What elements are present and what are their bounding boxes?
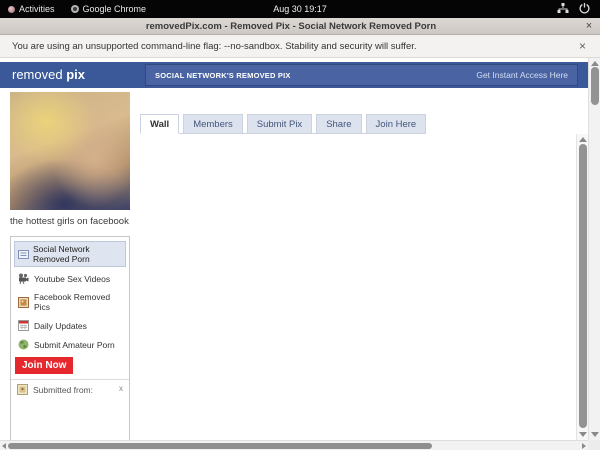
- warning-message: You are using an unsupported command-lin…: [12, 40, 417, 52]
- note-icon: [18, 249, 29, 260]
- page-scrollbar-thumb[interactable]: [591, 67, 599, 105]
- sidebar-item-label: Submit Amateur Porn: [34, 339, 115, 350]
- sidebar-item-label: Youtube Sex Videos: [34, 273, 111, 284]
- app-menu-button[interactable]: Google Chrome: [63, 0, 155, 18]
- sidebar-item-label: Daily Updates: [34, 320, 87, 331]
- globe-icon: [18, 339, 29, 350]
- tab-submit-pix[interactable]: Submit Pix: [246, 114, 313, 133]
- horizontal-scrollbar-thumb[interactable]: [8, 443, 432, 449]
- scroll-left-icon[interactable]: [2, 443, 6, 449]
- instant-access-link[interactable]: Get Instant Access Here: [476, 70, 568, 80]
- header-banner: SOCIAL NETWORK'S REMOVED PIX Get Instant…: [145, 64, 578, 86]
- content-scrollbar-thumb[interactable]: [579, 144, 587, 428]
- video-camera-icon: [18, 273, 29, 284]
- site-logo[interactable]: removed pix: [12, 62, 85, 88]
- network-icon[interactable]: [557, 2, 569, 16]
- banner-title: SOCIAL NETWORK'S REMOVED PIX: [155, 70, 291, 80]
- tab-share[interactable]: Share: [316, 114, 362, 133]
- site-logo-first: removed: [12, 67, 63, 82]
- photo-icon: [18, 296, 29, 308]
- sidebar-item-label: Facebook Removed Pics: [34, 292, 111, 312]
- tab-wall[interactable]: Wall: [140, 114, 180, 134]
- activities-label: Activities: [19, 4, 55, 14]
- power-icon[interactable]: [579, 2, 590, 16]
- join-now-button[interactable]: Join Now: [15, 357, 74, 374]
- scroll-down-icon[interactable]: [591, 432, 599, 437]
- horizontal-scrollbar[interactable]: [0, 440, 588, 450]
- window-close-icon[interactable]: ×: [582, 20, 596, 32]
- window-title: removedPix.com - Removed Pix - Social Ne…: [145, 20, 437, 32]
- wall-tab-bar: Wall Members Submit Pix Share Join Here: [140, 114, 427, 134]
- sidebar-item-daily-updates[interactable]: Daily Updates: [11, 316, 129, 335]
- submitted-from-section: Submitted from: x: [11, 380, 129, 399]
- chrome-icon: [70, 5, 79, 13]
- scroll-up-icon[interactable]: [579, 137, 587, 142]
- browser-title-bar[interactable]: removedPix.com - Removed Pix - Social Ne…: [0, 18, 600, 35]
- web-page: removed pix SOCIAL NETWORK'S REMOVED PIX…: [0, 58, 600, 440]
- calendar-icon: [18, 320, 29, 331]
- content-scrollbar[interactable]: [576, 134, 588, 440]
- tab-members[interactable]: Members: [183, 114, 243, 133]
- screen: Activities Google Chrome Aug 30 19:17 re…: [0, 0, 600, 450]
- site-logo-second: pix: [66, 67, 85, 82]
- sidebar-menu: Social Network Removed Porn Youtube Sex …: [10, 236, 130, 440]
- activities-icon: [8, 5, 15, 13]
- sidebar-item-label: Social Network Removed Porn: [33, 244, 90, 264]
- scroll-right-icon[interactable]: [582, 443, 586, 449]
- sidebar-item-youtube[interactable]: Youtube Sex Videos: [11, 269, 129, 288]
- sidebar-item-social-network[interactable]: Social Network Removed Porn: [14, 241, 126, 267]
- picture-frame-icon: [17, 384, 28, 395]
- tab-join-here[interactable]: Join Here: [365, 114, 427, 133]
- page-scrollbar[interactable]: [588, 58, 600, 440]
- sandbox-warning-bar: You are using an unsupported command-lin…: [0, 35, 600, 58]
- sidebar: the hottest girls on facebook Social Net…: [10, 92, 130, 440]
- site-header: removed pix SOCIAL NETWORK'S REMOVED PIX…: [0, 62, 588, 88]
- gnome-top-bar: Activities Google Chrome Aug 30 19:17: [0, 0, 600, 18]
- infobar-close-icon[interactable]: ×: [577, 39, 588, 53]
- scroll-up-icon[interactable]: [591, 61, 599, 66]
- app-menu-label: Google Chrome: [82, 4, 147, 14]
- sidebar-item-facebook-pics[interactable]: Facebook Removed Pics: [11, 288, 129, 316]
- system-tray: [557, 2, 600, 16]
- photo-thumbnail[interactable]: [10, 92, 130, 210]
- submitted-close-icon[interactable]: x: [119, 384, 123, 393]
- sidebar-item-submit-amateur[interactable]: Submit Amateur Porn: [11, 335, 129, 354]
- submitted-from-label: Submitted from:: [33, 384, 93, 395]
- activities-button[interactable]: Activities: [0, 0, 63, 18]
- scroll-down-icon[interactable]: [579, 432, 587, 437]
- scrollbar-corner: [588, 440, 600, 450]
- photo-caption: the hottest girls on facebook: [10, 216, 129, 227]
